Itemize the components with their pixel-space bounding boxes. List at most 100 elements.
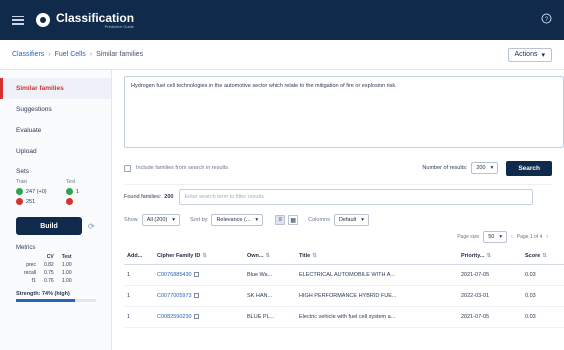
metrics-cell: 0.82 — [43, 262, 54, 268]
positive-dot-icon — [16, 188, 23, 195]
sort-icon: ⇅ — [265, 253, 271, 259]
chevron-down-icon: ▾ — [541, 51, 545, 59]
owner-cell: Blue Wa... — [244, 264, 296, 286]
sidebar-item-similar-families[interactable]: Similar families — [0, 78, 111, 99]
col-score[interactable]: Score ⇅ — [522, 248, 564, 265]
sets-positive-train[interactable]: 247 (+0) — [16, 188, 66, 195]
copy-icon[interactable] — [193, 272, 199, 278]
chevron-down-icon: ▾ — [255, 217, 259, 223]
top-bar: Classification Predictive Guide ? — [0, 0, 564, 40]
table-row[interactable]: 1 C0076885430 Blue Wa... ELECTRICAL AUTO… — [124, 264, 564, 286]
col-family-id[interactable]: Cipher Family ID ⇅ — [154, 248, 244, 265]
sets-negative-test[interactable] — [66, 198, 106, 205]
app-title: Classification — [56, 10, 135, 25]
family-id-link[interactable]: C0076885430 — [157, 272, 192, 278]
app-subtitle: Predictive Guide — [104, 23, 135, 29]
actions-dropdown[interactable]: Actions ▾ — [507, 47, 552, 62]
include-families-label: Include families from search in results — [136, 165, 229, 171]
sets-col-test: Test — [66, 179, 76, 185]
breadcrumb-fuel-cells[interactable]: Fuel Cells — [55, 51, 86, 58]
negative-dot-icon — [66, 198, 73, 205]
show-label: Show — [124, 217, 138, 223]
family-id-cell: C0077005973 — [154, 285, 244, 307]
metrics-cell: 0.75 — [43, 270, 54, 276]
columns-label: Columns — [308, 217, 330, 223]
owner-cell: SK HAN... — [244, 285, 296, 307]
sort-label: Sort by — [190, 217, 208, 223]
sets-col-train: Train — [16, 179, 28, 185]
actions-label: Actions — [514, 50, 538, 58]
search-button[interactable]: Search — [506, 160, 552, 176]
copy-icon[interactable] — [193, 293, 199, 299]
breadcrumb-classifiers[interactable]: Classifiers — [12, 51, 44, 58]
family-id-link[interactable]: C0082590230 — [157, 314, 192, 320]
strength-bar-fill — [16, 299, 76, 302]
priority-cell: 2021-07-05 — [458, 306, 522, 328]
col-priority[interactable]: Priority... ⇅ — [458, 248, 522, 265]
sidebar-item-evaluate[interactable]: Evaluate — [0, 120, 111, 141]
grid-view-icon[interactable]: ▦ — [288, 215, 299, 225]
add-cell[interactable]: 1 — [124, 285, 154, 307]
add-cell[interactable]: 1 — [124, 264, 154, 286]
help-circle-icon[interactable]: ? — [541, 13, 552, 27]
metrics-header — [20, 253, 40, 261]
metrics-cell: 0.76 — [43, 278, 54, 284]
sets-negative-train[interactable]: 251 — [16, 198, 66, 205]
title-cell: HIGH PERFORMANCE HYBRID FUE... — [296, 285, 458, 307]
query-textarea[interactable]: Hydrogen fuel cell technologies in the a… — [124, 76, 564, 148]
add-cell[interactable]: 1 — [124, 306, 154, 328]
breadcrumb-separator-icon: › — [89, 51, 93, 58]
results-toolbar: Show All (200) ▾ Sort by Relevance (... … — [124, 212, 552, 228]
score-cell: 0.03 — [522, 285, 564, 307]
family-id-link[interactable]: C0077005973 — [157, 293, 192, 299]
col-add[interactable]: Add... — [124, 248, 154, 265]
page-size-select[interactable]: 50 ▾ — [483, 231, 508, 243]
col-owner[interactable]: Own... ⇅ — [244, 248, 296, 265]
metrics-cell: prec — [26, 262, 36, 268]
priority-cell: 2022-03-01 — [458, 285, 522, 307]
strength-bar — [16, 299, 96, 302]
prev-page-icon[interactable]: ‹ — [511, 234, 513, 240]
sort-select[interactable]: Relevance (... ▾ — [211, 214, 264, 226]
brand: Classification Predictive Guide — [56, 12, 134, 29]
col-title[interactable]: Title ⇅ — [296, 248, 458, 265]
menu-icon[interactable] — [12, 15, 24, 25]
sidebar-item-suggestions[interactable]: Suggestions — [0, 99, 111, 120]
table-row[interactable]: 1 C0077005973 SK HAN... HIGH PERFORMANCE… — [124, 285, 564, 307]
topbar-actions: ? — [541, 13, 552, 27]
build-area: Build ⟳ — [0, 207, 111, 235]
chevron-down-icon: ▾ — [172, 217, 176, 223]
sort-icon: ⇅ — [542, 253, 547, 259]
sidebar-item-upload[interactable]: Upload — [0, 141, 111, 162]
results-table: Add... Cipher Family ID ⇅ Own... ⇅ Title ⇅ … — [124, 248, 564, 328]
refresh-icon[interactable]: ⟳ — [88, 222, 95, 231]
list-view-icon[interactable]: ≡ — [275, 215, 286, 225]
show-select[interactable]: All (200) ▾ — [141, 214, 181, 226]
metrics-cell: 1.00 — [61, 262, 72, 268]
metrics-header: Test — [61, 254, 72, 260]
score-cell: 0.03 — [522, 264, 564, 286]
strength-label: Strength: 74% (high) — [16, 291, 70, 297]
page-size-label: Page size — [457, 234, 480, 240]
build-button[interactable]: Build — [16, 217, 82, 235]
chevron-down-icon: ▾ — [361, 217, 365, 223]
sets-grid: Train Test 247 (+0) 1 251 — [0, 177, 111, 207]
sets-positive-test[interactable]: 1 — [66, 188, 106, 195]
svg-text:?: ? — [545, 17, 549, 23]
columns-select[interactable]: Default ▾ — [333, 214, 370, 226]
table-row[interactable]: 1 C0082590230 BLUE PL... Electric vehicl… — [124, 306, 564, 328]
breadcrumb: Classifiers › Fuel Cells › Similar famil… — [0, 40, 564, 70]
include-families-checkbox[interactable] — [124, 164, 131, 172]
metrics-cell: 1.00 — [61, 270, 72, 276]
num-results-select[interactable]: 200 ▾ — [471, 162, 499, 174]
filter-input[interactable]: Enter search term to filter results — [179, 188, 534, 205]
copy-icon[interactable] — [193, 314, 199, 320]
main-panel: Hydrogen fuel cell technologies in the a… — [112, 70, 564, 350]
family-id-cell: C0082590230 — [154, 306, 244, 328]
num-results-label: Number of results: — [422, 165, 468, 171]
search-options-row: Include families from search in results … — [124, 160, 552, 176]
next-page-icon[interactable]: › — [546, 234, 548, 240]
metrics-cell: recall — [24, 270, 36, 276]
chevron-down-icon: ▾ — [499, 234, 503, 240]
metrics-cell: 1.00 — [61, 278, 72, 284]
